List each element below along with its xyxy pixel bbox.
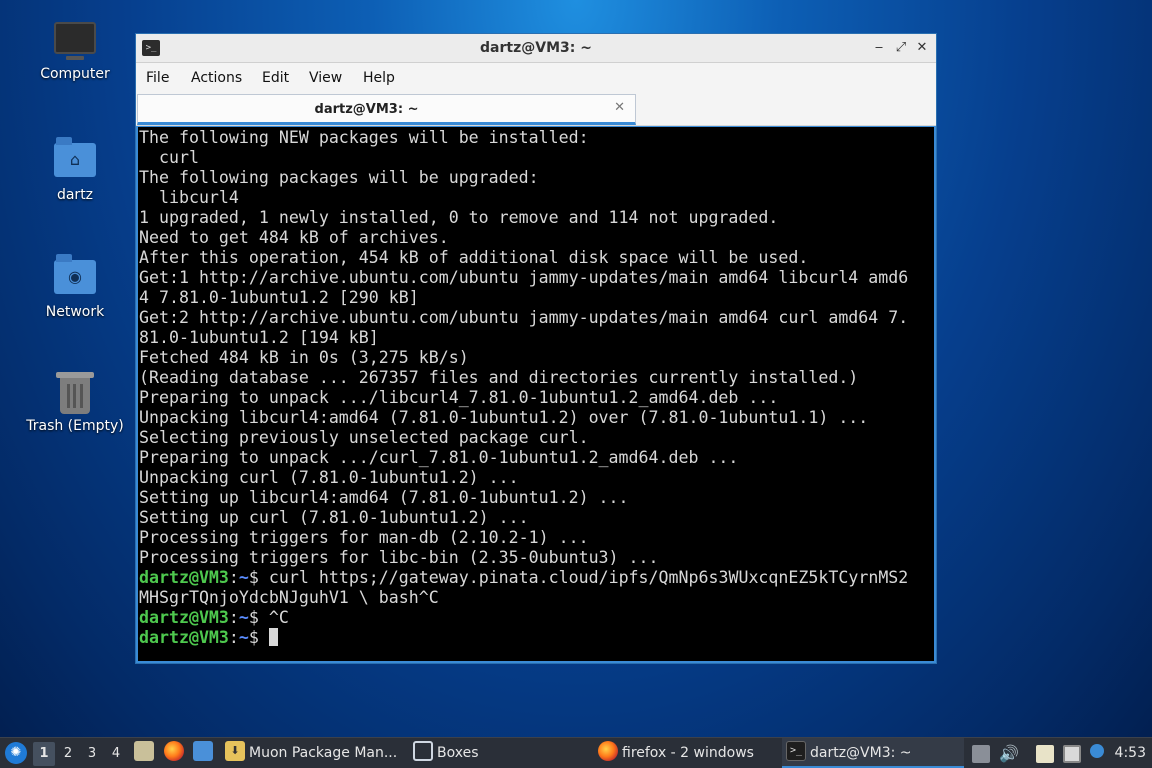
workspace-1[interactable]: 1 <box>33 742 55 766</box>
prompt-user: dartz@VM3 <box>139 628 229 647</box>
menu-actions[interactable]: Actions <box>191 70 242 86</box>
menu-view[interactable]: View <box>309 70 342 86</box>
task-firefox[interactable]: firefox - 2 windows <box>598 738 778 768</box>
prompt-user: dartz@VM3 <box>139 568 229 587</box>
network-folder-icon: ◉ <box>53 254 97 300</box>
desktop-icon-label: Network <box>45 304 105 320</box>
terminal-line: Fetched 484 kB in 0s (3,275 kB/s) <box>139 348 469 367</box>
tab-bar: dartz@VM3: ~ ✕ <box>136 93 936 126</box>
computer-icon <box>53 22 97 62</box>
desktop-icon-label: Computer <box>40 66 110 82</box>
taskbar: ✺ 1 2 3 4 ⬇ Muon Package Man... Boxes fir… <box>0 737 1152 768</box>
prompt-symbol: $ <box>248 608 269 627</box>
lubuntu-menu-icon[interactable]: ✺ <box>5 742 27 764</box>
terminal-line: Preparing to unpack .../curl_7.81.0-1ubu… <box>139 448 739 467</box>
firefox-icon <box>164 741 184 761</box>
window-titlebar[interactable]: >_ dartz@VM3: ~ ‒ ⤢ ✕ <box>136 34 936 63</box>
terminal-text: The following NEW packages will be insta… <box>139 128 934 648</box>
terminal-line: Selecting previously unselected package … <box>139 428 589 447</box>
terminal-line: Need to get 484 kB of archives. <box>139 228 449 247</box>
prompt-separator: : <box>228 608 239 627</box>
prompt-separator: : <box>228 568 239 587</box>
terminal-line: (Reading database ... 267357 files and d… <box>139 368 859 387</box>
terminal-line: 4 7.81.0-1ubuntu1.2 [290 kB] <box>139 288 419 307</box>
tab-terminal[interactable]: dartz@VM3: ~ ✕ <box>137 94 636 125</box>
desktop-icon-label: dartz <box>56 187 94 203</box>
desktop-icon-trash[interactable]: Trash (Empty) <box>20 372 130 434</box>
launcher-firefox[interactable] <box>164 738 188 768</box>
terminal-line: The following packages will be upgraded: <box>139 168 539 187</box>
tray-battery-icon[interactable] <box>972 745 990 763</box>
menubar: File Actions Edit View Help <box>136 63 936 93</box>
prompt-separator: : <box>228 628 239 647</box>
terminal-line: Get:1 http://archive.ubuntu.com/ubuntu j… <box>139 268 909 287</box>
task-label: Boxes <box>437 745 479 761</box>
desktop-icon-label: Trash (Empty) <box>26 418 124 434</box>
launcher-files[interactable] <box>134 738 158 768</box>
prompt-symbol: $ <box>248 568 269 587</box>
network-icon[interactable] <box>1063 745 1081 763</box>
terminal-cursor <box>268 628 278 646</box>
task-label: firefox - 2 windows <box>622 745 754 761</box>
terminal-line: Processing triggers for libc-bin (2.35-0… <box>139 548 659 567</box>
desktop-icon-computer[interactable]: Computer <box>20 22 130 82</box>
task-muon[interactable]: ⬇ Muon Package Man... <box>225 738 405 768</box>
notification-icon[interactable] <box>1090 744 1104 758</box>
terminal-line: 81.0-1ubuntu1.2 [194 kB] <box>139 328 379 347</box>
prompt-path: ~ <box>238 628 249 647</box>
clipboard-icon[interactable] <box>1036 745 1054 763</box>
prompt-path: ~ <box>238 568 249 587</box>
prompt-path: ~ <box>238 608 249 627</box>
prompt-user: dartz@VM3 <box>139 608 229 627</box>
terminal-window[interactable]: >_ dartz@VM3: ~ ‒ ⤢ ✕ File Actions Edit … <box>135 33 937 664</box>
workspace-4[interactable]: 4 <box>105 742 127 766</box>
terminal-icon: >_ <box>786 741 806 761</box>
terminal-line: Setting up libcurl4:amd64 (7.81.0-1ubunt… <box>139 488 629 507</box>
task-label: dartz@VM3: ~ <box>810 745 912 761</box>
terminal-line: Unpacking curl (7.81.0-1ubuntu1.2) ... <box>139 468 519 487</box>
terminal-line: Setting up curl (7.81.0-1ubuntu1.2) ... <box>139 508 529 527</box>
terminal-line: 1 upgraded, 1 newly installed, 0 to remo… <box>139 208 779 227</box>
launcher-desktop[interactable] <box>193 738 217 768</box>
terminal-line: Get:2 http://archive.ubuntu.com/ubuntu j… <box>139 308 909 327</box>
boxes-icon <box>413 741 433 761</box>
minimize-button[interactable]: ‒ <box>870 39 888 57</box>
task-label: Muon Package Man... <box>249 745 398 761</box>
desktop-icon-network[interactable]: ◉ Network <box>20 254 130 320</box>
show-desktop-icon <box>193 741 213 761</box>
clock[interactable]: 4:53 <box>1115 738 1146 768</box>
close-button[interactable]: ✕ <box>913 39 931 57</box>
task-boxes[interactable]: Boxes <box>413 738 593 768</box>
menu-help[interactable]: Help <box>363 70 395 86</box>
terminal-line: libcurl4 <box>158 188 239 207</box>
maximize-button[interactable]: ⤢ <box>892 39 910 57</box>
trash-icon <box>53 372 97 414</box>
terminal-line: curl <box>158 148 199 167</box>
prompt-symbol: $ <box>248 628 269 647</box>
terminal-line: Processing triggers for man-db (2.10.2-1… <box>139 528 589 547</box>
firefox-icon <box>598 741 618 761</box>
window-title: dartz@VM3: ~ <box>480 40 592 56</box>
command-text: ^C <box>268 608 289 627</box>
terminal-line: Unpacking libcurl4:amd64 (7.81.0-1ubuntu… <box>139 408 869 427</box>
volume-icon[interactable]: 🔊 <box>999 738 1019 768</box>
muon-package-manager-icon: ⬇ <box>225 741 245 761</box>
tab-close-icon[interactable]: ✕ <box>614 100 625 115</box>
file-manager-icon <box>134 741 154 761</box>
workspace-2[interactable]: 2 <box>57 742 79 766</box>
home-folder-icon: ⌂ <box>53 137 97 183</box>
task-terminal[interactable]: >_ dartz@VM3: ~ <box>782 738 964 768</box>
menu-edit[interactable]: Edit <box>262 70 289 86</box>
terminal-line: After this operation, 454 kB of addition… <box>139 248 809 267</box>
tab-title: dartz@VM3: ~ <box>314 102 419 117</box>
terminal-line: Preparing to unpack .../libcurl4_7.81.0-… <box>139 388 779 407</box>
terminal-output[interactable]: The following NEW packages will be insta… <box>138 127 934 661</box>
desktop-icon-dartz[interactable]: ⌂ dartz <box>20 137 130 203</box>
workspace-3[interactable]: 3 <box>81 742 103 766</box>
terminal-line: The following NEW packages will be insta… <box>139 128 589 147</box>
menu-file[interactable]: File <box>146 70 169 86</box>
